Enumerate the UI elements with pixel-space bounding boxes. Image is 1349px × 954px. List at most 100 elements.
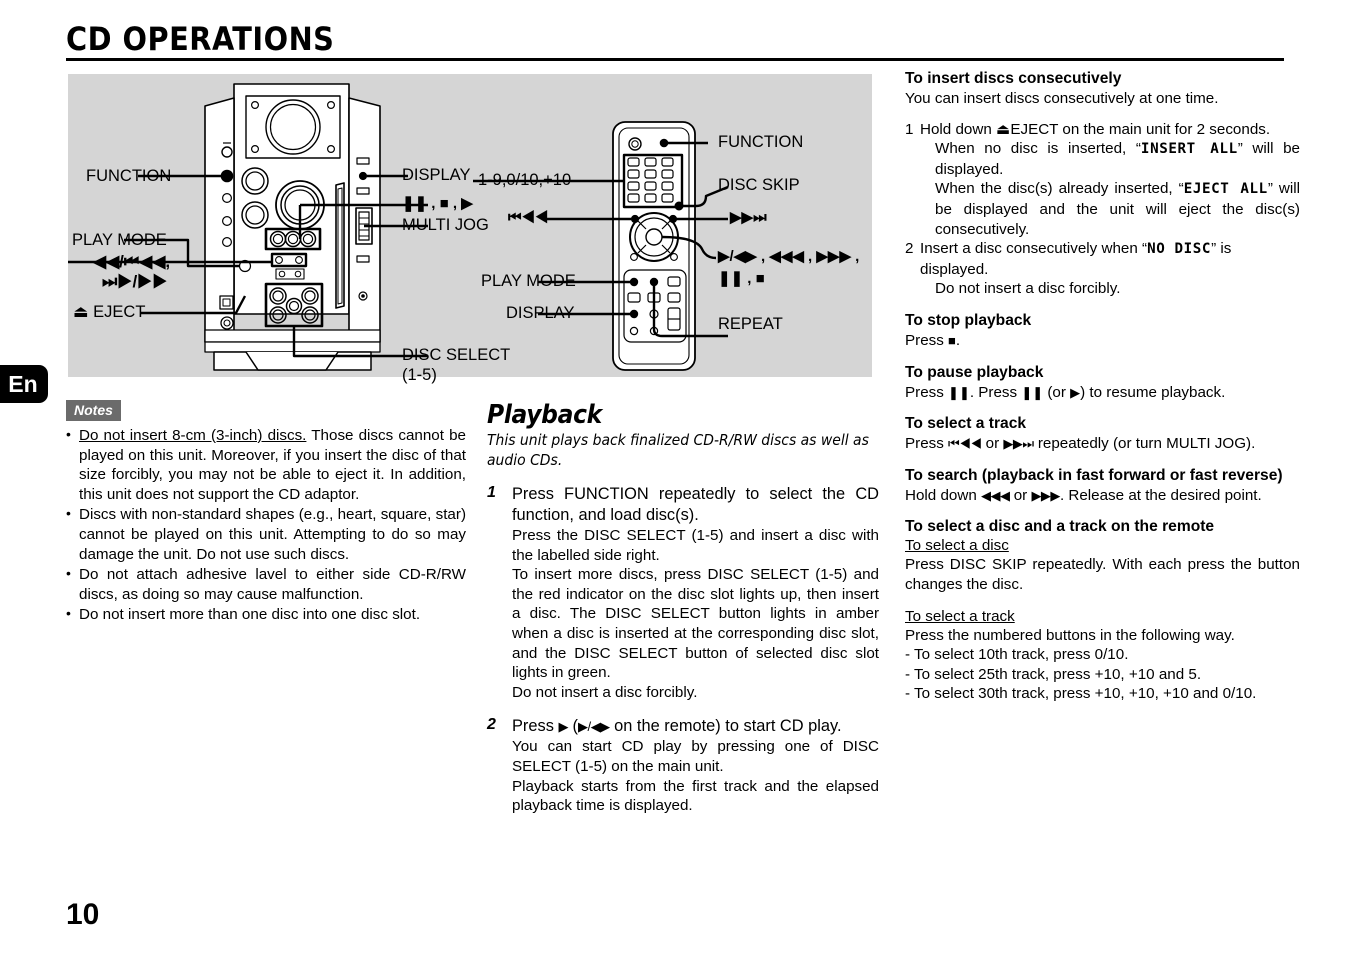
remote-select-block: To select a disc and a track on the remo… [905,518,1300,704]
step-body-line: Playback starts from the first track and… [512,777,879,815]
body-text: Hold down [905,486,981,504]
diagram-label-transport-symbols: ❚❚ , ■ , ▶ [402,195,473,212]
diagram-label-function-remote: FUNCTION [718,133,804,151]
subsection-body: Press DISC SKIP repeatedly. With each pr… [905,556,1300,593]
diagram-label-function-main: FUNCTION [86,167,172,185]
diagram-label-disc-skip: DISC SKIP [718,176,800,194]
note-text: Do not attach adhesive lavel to either s… [79,566,466,603]
numbered-step-1: 1 Hold down ⏏EJECT on the main unit for … [905,120,1300,140]
step-text: When the disc(s) already inserted, “ [935,180,1184,198]
manual-page: CD OPERATIONS En 10 FUNCTION PLAY MODE ◀… [0,0,1349,954]
diagram-label-multi-jog: MULTI JOG [402,216,489,234]
list-item: - To select 25th track, press +10, +10 a… [905,665,1202,683]
section-body: Press ⏮◀◀ or ▶▶⏭ repeatedly (or turn MUL… [905,434,1300,454]
select-track-block: To select a track Press ⏮◀◀ or ▶▶⏭ repea… [905,415,1300,454]
diagram-label-skip-symbols-1: ◀◀/⏮◀◀, [93,252,171,271]
play-icon: ▶ [1070,384,1081,400]
step-text: Press [512,717,559,736]
diagram-label-eject-main: ⏏ EJECT [73,303,146,321]
play-icon: ▶ [558,719,568,735]
next-track-icon: ▶▶⏭ [1003,436,1034,452]
section-heading: To select a track [905,415,1027,433]
diagram-label-play-mode-remote: PLAY MODE [481,272,576,290]
step-heading: Press FUNCTION repeatedly to select the … [512,485,879,524]
step-number: 1 [905,120,914,138]
section-heading: To insert discs consecutively [905,70,1122,87]
eject-icon: ⏏ [995,120,1011,138]
body-text: . [955,331,961,349]
subsection-heading-select-track: To select a track [905,607,1015,625]
step-text: Hold down [920,120,996,138]
diagram-label-nav-symbols-1: ▶/◀▶ , ◀◀◀ , ▶▶▶ , [718,248,860,265]
numbered-step-2: 2 Insert a disc consecutively when “NO D… [905,239,1300,279]
note-text: Discs with non-standard shapes (e.g., he… [79,506,466,563]
page-title: CD OPERATIONS [66,20,335,58]
step-body-line: To insert more discs, press DISC SELECT … [512,566,879,682]
body-text: or [981,435,1004,453]
step-body-line: Do not insert a disc forcibly. [512,683,698,701]
numbered-step-2-sub: Do not insert a disc forcibly. [905,279,1300,299]
notes-section: Notes Do not insert 8-cm (3-inch) discs.… [66,400,466,626]
stop-playback-block: To stop playback Press ■. [905,312,1300,351]
diagram-label-skip-symbols-2: ⏭▶/▶▶ [102,272,168,291]
diagram-label-play-mode-main: PLAY MODE [72,231,167,249]
pause-playback-block: To pause playback Press ❚❚. Press ❚❚ (or… [905,364,1300,403]
step-text: EJECT on the main unit for 2 seconds. [1010,120,1271,138]
page-number: 10 [66,898,100,931]
body-text: or [1009,486,1032,504]
step-number: 1 [487,484,496,501]
body-text: Press [905,435,949,453]
step-text: ( [567,717,578,736]
fast-forward-icon: ▶▶▶ [1031,487,1060,503]
lcd-text-eject-all: EJECT ALL [1183,181,1268,198]
language-tab: En [0,365,48,403]
list-item: Do not attach adhesive lavel to either s… [66,564,466,604]
step-body-line: Press the DISC SELECT (1-5) and insert a… [512,527,879,564]
search-block: To search (playback in fast forward or f… [905,467,1300,506]
list-item: Discs with non-standard shapes (e.g., he… [66,504,466,564]
section-body: Press ❚❚. Press ❚❚ (or ▶) to resume play… [905,383,1300,403]
numbered-step-1-sub-2: When the disc(s) already inserted, “EJEC… [905,179,1300,239]
section-body: Press ■. [905,331,1300,351]
list-item: - To select 10th track, press 0/10. [905,646,1129,664]
body-text: . Press [969,383,1022,401]
diagram-label-numeric-keys: 1-9,0/10,+10 [478,171,572,189]
diagram-label-repeat: REPEAT [718,315,783,333]
section-body: Hold down ◀◀◀ or ▶▶▶. Release at the des… [905,486,1300,506]
diagram-label-nav-symbols-2: ❚❚ , ■ [718,270,765,287]
playback-step-2: 2 Press ▶ (▶/◀▶ on the remote) to start … [487,716,879,815]
step-heading: Press ▶ (▶/◀▶ on the remote) to start CD… [512,716,879,737]
step-text: on the remote) to start CD play. [609,717,842,736]
body-text: Press [905,331,949,349]
notes-list: Do not insert 8-cm (3-inch) discs. Those… [66,425,466,625]
body-text: ) to resume playback. [1080,383,1226,401]
body-text: (or [1043,383,1071,401]
note-text: Do not insert more than one disc into on… [79,606,421,624]
stop-icon: ■ [948,332,956,348]
play-left-right-icon: ▶/◀▶ [577,719,610,735]
step-text: When no disc is inserted, “ [935,140,1141,158]
body-text: Press [905,383,949,401]
section-intro: You can insert discs consecutively at on… [905,90,1219,107]
pause-icon: ❚❚ [1021,384,1044,400]
section-heading: To search (playback in fast forward or f… [905,466,1283,484]
section-heading: To pause playback [905,363,1044,381]
rewind-icon: ◀◀◀ [980,487,1010,503]
subsection-heading-select-disc: To select a disc [905,537,1009,555]
playback-section: Playback This unit plays back finalized … [487,400,879,830]
note-underlined-text: Do not insert 8-cm (3-inch) discs. [79,427,307,444]
list-item: - To select 30th track, press +10, +10, … [905,685,1257,703]
step-body-line: You can start CD play by pressing one of… [512,738,879,775]
notes-badge: Notes [66,400,121,421]
previous-track-icon: ⏮◀◀ [948,436,982,452]
playback-heading: Playback [487,400,602,430]
diagram-label-next-symbol: ▶▶⏭ [730,209,767,226]
lcd-text-no-disc: NO DISC [1147,241,1212,258]
step-number: 2 [905,240,914,258]
list-item: Do not insert 8-cm (3-inch) discs. Those… [66,425,466,504]
diagram-label-disc-select-range: (1-5) [402,366,437,384]
section-heading: To select a disc and a track on the remo… [905,518,1215,536]
numbered-step-1-sub-1: When no disc is inserted, “INSERT ALL” w… [905,139,1300,179]
diagram-label-display-main: DISPLAY [402,166,471,184]
playback-step-1: 1 Press FUNCTION repeatedly to select th… [487,484,879,702]
